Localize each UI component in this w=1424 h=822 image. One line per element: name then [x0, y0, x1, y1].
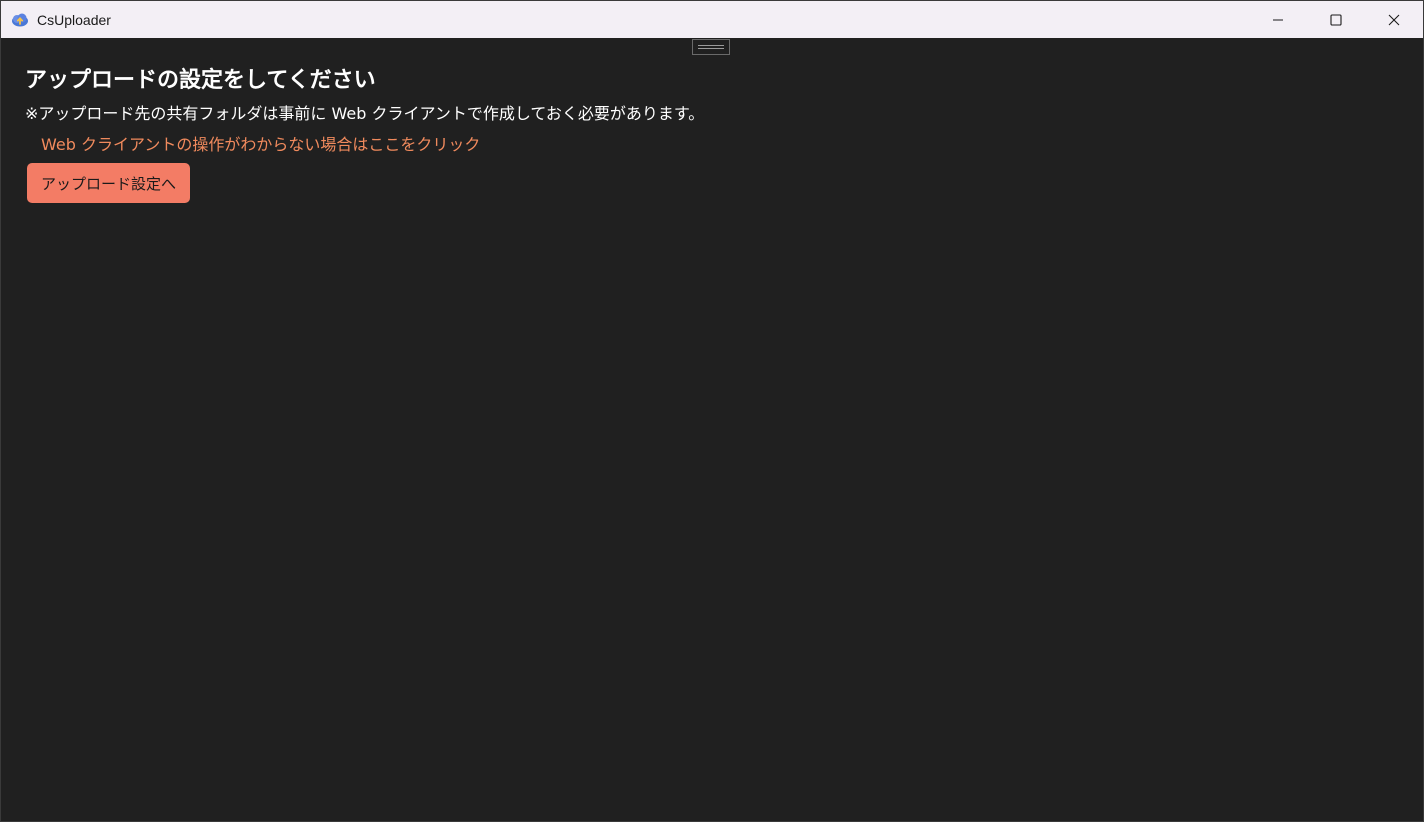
upload-note: ※アップロード先の共有フォルダは事前に Web クライアントで作成しておく必要が… — [25, 104, 705, 123]
main-content: アップロードの設定をしてください ※アップロード先の共有フォルダは事前に Web… — [25, 63, 704, 203]
drag-handle[interactable] — [692, 39, 730, 55]
upload-settings-button[interactable]: アップロード設定へ — [27, 163, 191, 203]
minimize-icon — [1273, 19, 1283, 20]
maximize-icon — [1330, 13, 1342, 26]
maximize-button[interactable] — [1307, 1, 1365, 38]
close-button[interactable] — [1365, 1, 1423, 38]
title-bar[interactable]: CsUploader — [1, 1, 1423, 38]
minimize-button[interactable] — [1249, 1, 1307, 38]
cloud-upload-icon — [11, 11, 29, 29]
app-window: CsUploader アップロードの設定をしてください ※アップロード先の共有フ… — [0, 0, 1424, 822]
window-controls — [1249, 1, 1423, 38]
web-client-help-link[interactable]: Web クライアントの操作がわからない場合はここをクリック — [41, 134, 480, 156]
close-icon — [1388, 14, 1400, 25]
page-title: アップロードの設定をしてください — [25, 68, 376, 93]
window-title: CsUploader — [37, 11, 111, 28]
drag-handle-line — [698, 48, 724, 49]
drag-handle-line — [698, 45, 724, 46]
